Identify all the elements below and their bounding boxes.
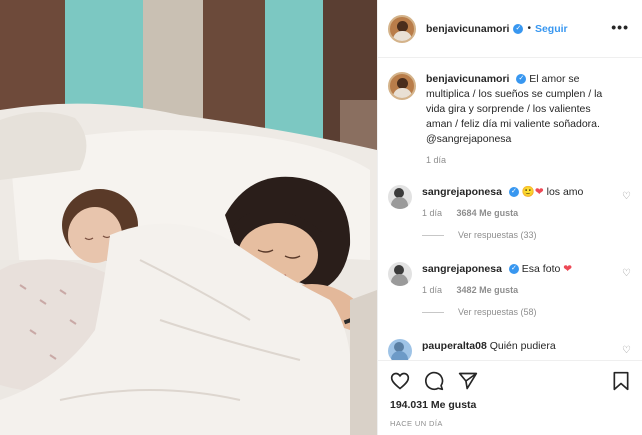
commenter-avatar[interactable] bbox=[388, 339, 412, 360]
comment-item: sangrejaponesa ✓ Esa foto ❤ 1 día 3482 M… bbox=[388, 262, 631, 317]
post-photo[interactable] bbox=[0, 0, 377, 435]
verified-badge-icon: ✓ bbox=[516, 74, 527, 85]
caption-meta: 1 día bbox=[426, 155, 611, 165]
commenter-avatar[interactable] bbox=[388, 262, 412, 286]
view-replies[interactable]: Ver respuestas (58) bbox=[422, 307, 611, 317]
comments-list[interactable]: benjavicunamori ✓ El amor se multiplica … bbox=[378, 58, 642, 360]
caption-text-block: benjavicunamori ✓ El amor se multiplica … bbox=[426, 72, 611, 147]
heart-icon[interactable] bbox=[390, 371, 410, 391]
comment-item: sangrejaponesa ✓ 🙂❤ los amo 1 día 3684 M… bbox=[388, 185, 631, 240]
caption-username[interactable]: benjavicunamori bbox=[426, 73, 509, 85]
action-icons bbox=[390, 369, 631, 393]
small-heart-icon[interactable]: ♡ bbox=[622, 191, 631, 202]
post-header: benjavicunamori ✓ • Seguir ••• bbox=[378, 0, 642, 58]
bookmark-icon[interactable] bbox=[611, 371, 631, 391]
post-caption: benjavicunamori ✓ El amor se multiplica … bbox=[388, 72, 631, 165]
sleeping-photo-illustration bbox=[0, 0, 377, 435]
comment-age[interactable]: 1 día bbox=[422, 208, 442, 218]
comment-likes[interactable]: 3482 Me gusta bbox=[457, 285, 519, 295]
verified-badge-icon: ✓ bbox=[513, 23, 524, 34]
verified-badge-icon: ✓ bbox=[508, 187, 519, 198]
comment-bubble-icon[interactable] bbox=[424, 371, 444, 391]
comment-text-block: pauperalta08 Quién pudiera bbox=[422, 339, 611, 354]
author-username[interactable]: benjavicunamori bbox=[426, 23, 509, 35]
small-heart-icon[interactable]: ♡ bbox=[622, 268, 631, 279]
comment-meta: 1 día 3482 Me gusta bbox=[422, 285, 611, 295]
likes-count[interactable]: 194.031 Me gusta bbox=[390, 399, 631, 411]
post-side-panel: benjavicunamori ✓ • Seguir ••• benjavicu… bbox=[377, 0, 642, 435]
replies-divider bbox=[422, 234, 444, 236]
verified-badge-icon: ✓ bbox=[508, 264, 519, 275]
comment-item: pauperalta08 Quién pudiera ♡ bbox=[388, 339, 631, 360]
author-avatar[interactable] bbox=[388, 14, 416, 43]
commenter-avatar[interactable] bbox=[388, 185, 412, 209]
view-replies-label[interactable]: Ver respuestas (58) bbox=[458, 307, 537, 317]
comment-username[interactable]: pauperalta08 bbox=[422, 340, 487, 352]
caption-avatar[interactable] bbox=[388, 72, 416, 100]
caption-age[interactable]: 1 día bbox=[426, 155, 446, 165]
more-options-icon[interactable]: ••• bbox=[611, 20, 629, 34]
follow-button[interactable]: Seguir bbox=[535, 23, 568, 35]
comment-text-block: sangrejaponesa ✓ Esa foto ❤ bbox=[422, 262, 611, 277]
view-replies[interactable]: Ver respuestas (33) bbox=[422, 230, 611, 240]
post-time-ago[interactable]: HACE UN DÍA bbox=[390, 419, 631, 428]
small-heart-icon[interactable]: ♡ bbox=[622, 345, 631, 356]
comment-likes[interactable]: 3684 Me gusta bbox=[457, 208, 519, 218]
view-replies-label[interactable]: Ver respuestas (33) bbox=[458, 230, 537, 240]
comment-username[interactable]: sangrejaponesa bbox=[422, 186, 502, 198]
comment-age[interactable]: 1 día bbox=[422, 285, 442, 295]
comment-username[interactable]: sangrejaponesa bbox=[422, 263, 502, 275]
replies-divider bbox=[422, 311, 444, 313]
header-separator: • bbox=[527, 23, 531, 34]
comment-text: 🙂❤ los amo bbox=[521, 186, 584, 198]
post-actions: 194.031 Me gusta HACE UN DÍA bbox=[378, 360, 642, 435]
comment-text-block: sangrejaponesa ✓ 🙂❤ los amo bbox=[422, 185, 611, 200]
comment-text: Quién pudiera bbox=[489, 340, 556, 352]
comment-meta: 1 día 3684 Me gusta bbox=[422, 208, 611, 218]
paper-plane-icon[interactable] bbox=[458, 371, 478, 391]
comment-text: Esa foto ❤ bbox=[521, 263, 573, 275]
